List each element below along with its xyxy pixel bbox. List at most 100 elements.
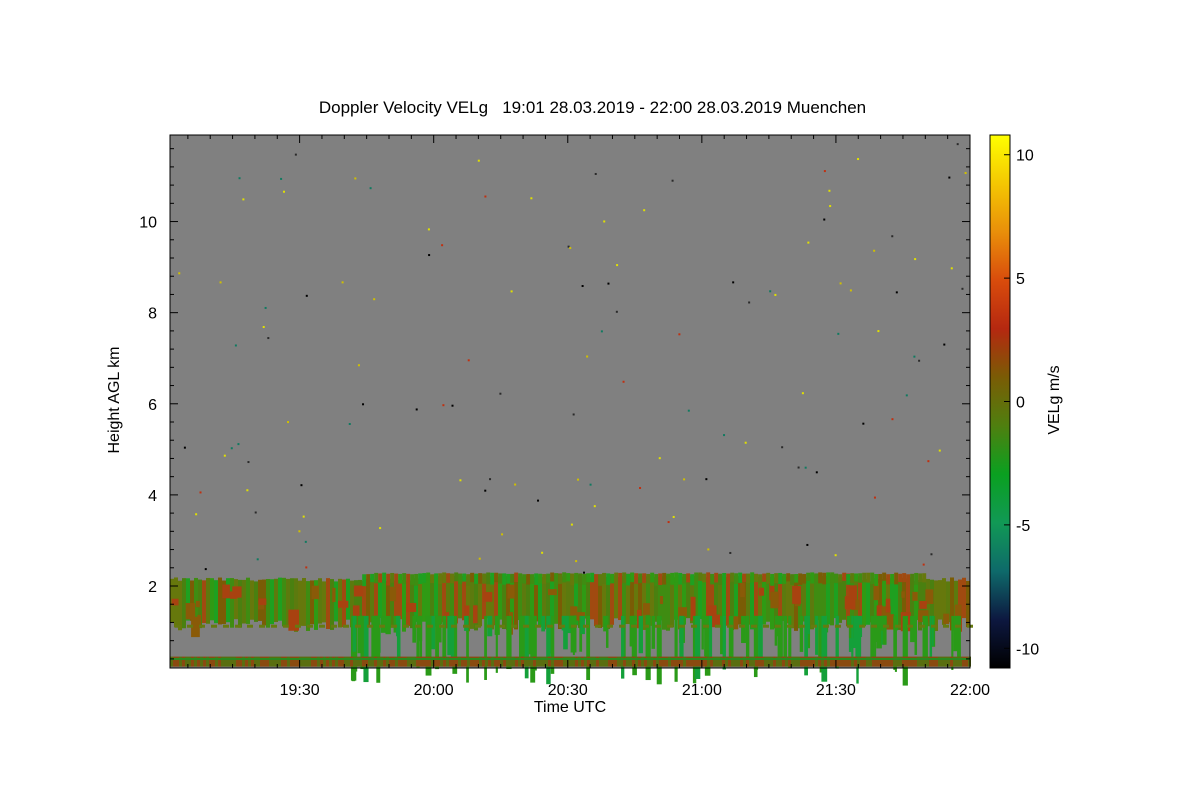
velocity-cell bbox=[542, 574, 547, 584]
noise-point bbox=[510, 290, 513, 293]
velocity-cell bbox=[626, 573, 631, 586]
velocity-cell bbox=[561, 615, 566, 631]
noise-point bbox=[781, 446, 784, 449]
velocity-cell bbox=[722, 572, 727, 582]
velocity-cell bbox=[878, 573, 883, 584]
noise-point bbox=[541, 551, 544, 554]
velocity-cell bbox=[886, 574, 891, 585]
noise-point bbox=[484, 489, 487, 492]
velocity-cell bbox=[483, 592, 493, 602]
noise-point bbox=[616, 264, 619, 267]
velocity-cell bbox=[311, 585, 319, 600]
noise-point bbox=[537, 499, 540, 502]
velocity-cell bbox=[326, 578, 330, 630]
noise-point bbox=[373, 298, 376, 301]
velocity-cell bbox=[847, 624, 853, 628]
noise-point bbox=[451, 404, 454, 407]
noise-point bbox=[622, 380, 625, 383]
noise-point bbox=[581, 285, 584, 288]
velocity-cell bbox=[883, 624, 889, 628]
noise-point bbox=[774, 293, 777, 296]
noise-point bbox=[478, 557, 481, 560]
noise-point bbox=[857, 158, 860, 161]
velocity-cell bbox=[738, 572, 743, 583]
velocity-cell bbox=[686, 573, 691, 583]
noise-point bbox=[178, 272, 181, 275]
velocity-cell bbox=[704, 615, 710, 657]
velocity-cell bbox=[510, 573, 515, 583]
velocity-cell bbox=[259, 624, 265, 628]
velocity-cell bbox=[586, 573, 591, 583]
noise-point bbox=[891, 418, 894, 421]
noise-point bbox=[961, 287, 964, 290]
velocity-cell bbox=[898, 573, 903, 583]
velocity-cell bbox=[458, 573, 463, 584]
y-tick-label: 6 bbox=[148, 397, 157, 414]
noise-point bbox=[256, 558, 259, 561]
velocity-cell bbox=[402, 573, 407, 584]
x-tick-label: 20:30 bbox=[548, 682, 588, 699]
velocity-cell bbox=[528, 615, 532, 655]
velocity-cell bbox=[547, 589, 557, 596]
velocity-cell bbox=[362, 574, 367, 587]
noise-point bbox=[569, 247, 572, 250]
y-tick-label: 2 bbox=[148, 579, 157, 596]
velocity-cell bbox=[919, 624, 925, 628]
noise-point bbox=[514, 483, 517, 486]
velocity-cell bbox=[382, 579, 386, 620]
velocity-cell bbox=[594, 574, 599, 584]
velocity-cell bbox=[306, 581, 310, 631]
velocity-cell bbox=[374, 615, 380, 656]
noise-point bbox=[615, 310, 618, 313]
velocity-cell bbox=[598, 574, 603, 586]
noise-point bbox=[282, 190, 285, 193]
noise-point bbox=[583, 571, 586, 574]
velocity-cell bbox=[691, 624, 697, 628]
velocity-cell bbox=[602, 572, 607, 584]
velocity-cell bbox=[714, 572, 719, 583]
velocity-cell bbox=[523, 624, 529, 628]
velocity-cell bbox=[786, 573, 791, 582]
x-tick-label: 20:00 bbox=[414, 682, 454, 699]
velocity-cell bbox=[235, 624, 241, 628]
noise-point bbox=[357, 364, 360, 367]
velocity-cell bbox=[678, 607, 687, 617]
velocity-cell bbox=[739, 624, 745, 628]
velocity-cell bbox=[495, 615, 499, 635]
velocity-cell bbox=[302, 577, 306, 626]
velocity-cell bbox=[630, 572, 635, 583]
velocity-cell bbox=[206, 577, 210, 624]
colorbar-tick-label: -10 bbox=[1016, 641, 1039, 658]
velocity-cell bbox=[374, 572, 379, 584]
velocity-cell bbox=[511, 624, 517, 628]
velocity-cell bbox=[307, 624, 313, 628]
velocity-cell bbox=[258, 598, 267, 605]
velocity-cell bbox=[402, 580, 406, 632]
velocity-cell bbox=[218, 577, 222, 625]
velocity-cell bbox=[199, 624, 205, 628]
velocity-cell bbox=[530, 574, 535, 584]
noise-point bbox=[199, 491, 202, 494]
velocity-cell bbox=[679, 615, 684, 658]
noise-point bbox=[914, 258, 917, 261]
velocity-cell bbox=[343, 624, 349, 628]
velocity-cell bbox=[470, 572, 475, 583]
noise-point bbox=[246, 489, 249, 492]
noise-point bbox=[815, 471, 818, 474]
velocity-cell bbox=[919, 600, 927, 609]
velocity-cell bbox=[682, 573, 687, 584]
noise-point bbox=[732, 281, 735, 284]
velocity-cell bbox=[554, 573, 559, 585]
colorbar-label: VELg m/s bbox=[1046, 365, 1063, 435]
velocity-cell bbox=[379, 624, 385, 628]
velocity-cell bbox=[807, 615, 810, 635]
velocity-cell bbox=[778, 572, 783, 585]
velocity-cell bbox=[931, 624, 937, 628]
velocity-cell bbox=[882, 615, 887, 645]
velocity-cell bbox=[438, 573, 443, 585]
velocity-cell bbox=[406, 573, 411, 583]
velocity-cell bbox=[674, 615, 678, 682]
noise-point bbox=[801, 392, 804, 395]
noise-point bbox=[195, 513, 198, 516]
velocity-cell bbox=[726, 573, 731, 583]
